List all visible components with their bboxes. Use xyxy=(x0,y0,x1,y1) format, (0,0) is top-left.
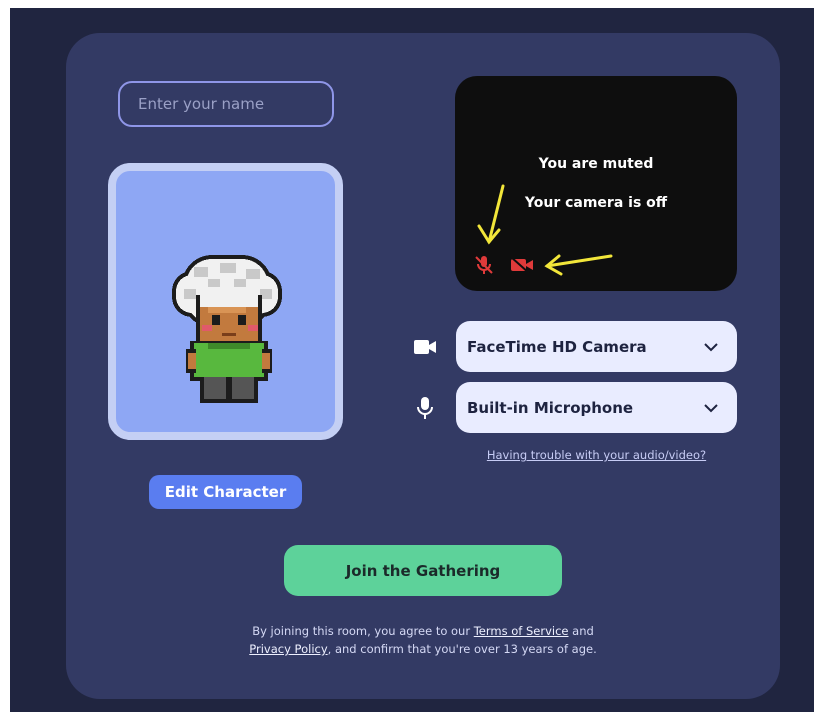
legal-notice: By joining this room, you agree to our T… xyxy=(150,622,696,658)
microphone-select-value: Built-in Microphone xyxy=(467,398,634,417)
legal-and: and xyxy=(572,624,594,638)
join-button[interactable]: Join the Gathering xyxy=(284,545,562,596)
terms-of-service-link[interactable]: Terms of Service xyxy=(474,624,569,638)
legal-suffix: , and confirm that you're over 13 years … xyxy=(327,642,597,656)
character-sprite xyxy=(172,255,282,403)
privacy-policy-link[interactable]: Privacy Policy xyxy=(249,642,327,656)
avatar-preview xyxy=(108,163,343,440)
muted-status-text: You are muted xyxy=(538,156,654,172)
chevron-down-icon xyxy=(704,403,718,412)
video-camera-icon xyxy=(414,340,436,354)
annotation-arrows xyxy=(477,184,613,276)
legal-prefix: By joining this room, you agree to our xyxy=(252,624,471,638)
av-help-link[interactable]: Having trouble with your audio/video? xyxy=(456,448,737,462)
camera-off-icon[interactable] xyxy=(509,256,535,274)
microphone-icon xyxy=(417,397,433,419)
camera-select-value: FaceTime HD Camera xyxy=(467,337,647,356)
microphone-select[interactable]: Built-in Microphone xyxy=(456,382,737,433)
name-input[interactable] xyxy=(118,81,334,127)
edit-character-button[interactable]: Edit Character xyxy=(149,475,302,509)
chevron-down-icon xyxy=(704,342,718,351)
camera-select[interactable]: FaceTime HD Camera xyxy=(456,321,737,372)
mic-off-icon[interactable] xyxy=(473,254,495,276)
video-preview: You are muted Your camera is off xyxy=(455,76,737,291)
camera-status-text: Your camera is off xyxy=(524,195,668,211)
